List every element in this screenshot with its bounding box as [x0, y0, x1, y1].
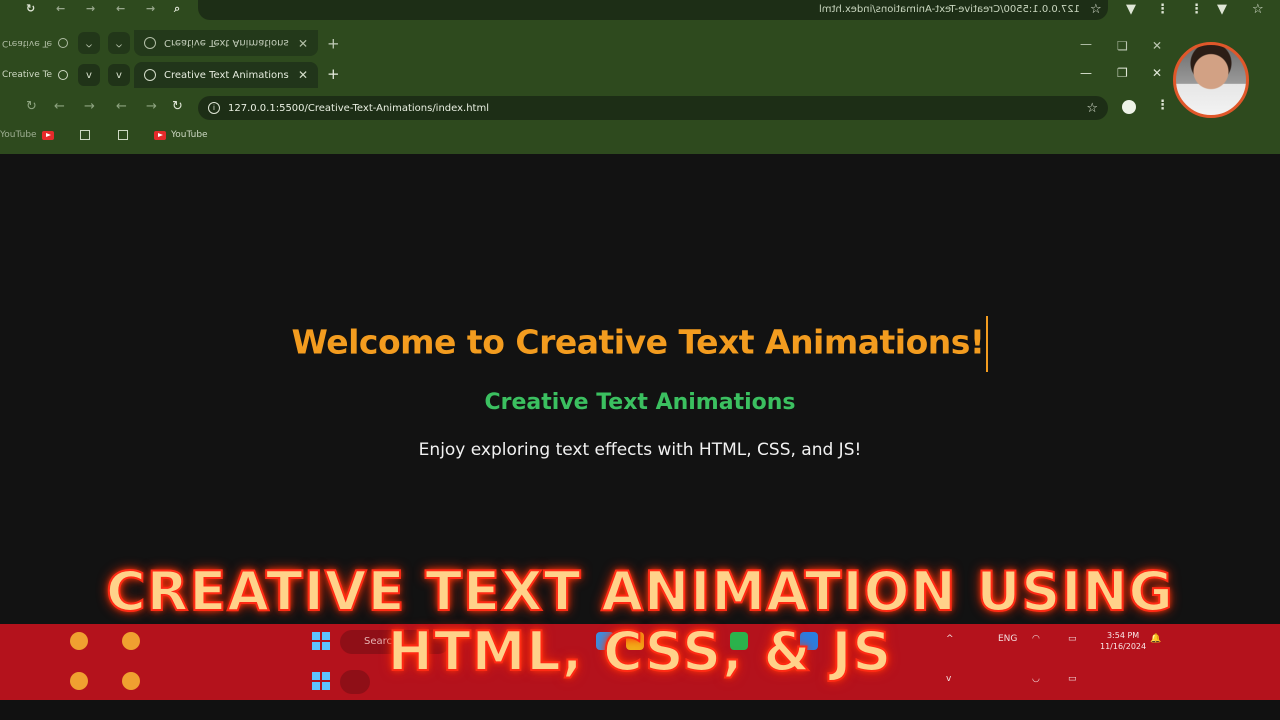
reload-icon[interactable]: ↻: [172, 99, 183, 114]
browser-chrome: 127.0.0.1:5500/Creative-Text-Animations/…: [0, 0, 1280, 154]
page-subhead: Creative Text Animations: [484, 390, 796, 415]
bottom-strip: [0, 700, 1280, 720]
forward-icon[interactable]: →: [86, 2, 95, 15]
back-icon[interactable]: ←: [116, 2, 125, 15]
small-tab-label: Creative Te: [2, 70, 53, 80]
back-icon[interactable]: ←: [116, 99, 127, 114]
profile-icon[interactable]: [1122, 100, 1136, 114]
back-icon[interactable]: ←: [54, 99, 65, 114]
banner-line-2: HTML, CSS, & JS: [387, 619, 893, 684]
forward-icon[interactable]: →: [84, 99, 95, 114]
page-tagline: Enjoy exploring text effects with HTML, …: [418, 440, 862, 460]
bookmark-youtube[interactable]: YouTube: [154, 130, 208, 140]
apps-grid-icon[interactable]: [118, 130, 128, 140]
bookmark-label: YouTube: [0, 130, 37, 140]
globe-icon: [58, 70, 69, 80]
tab-label: Creative Text Animations: [164, 37, 289, 49]
small-tab-label: Creative Te: [2, 38, 53, 48]
reload-icon[interactable]: ↻: [26, 99, 37, 114]
menu-icon[interactable]: ⋮: [1190, 2, 1203, 17]
maximize-icon[interactable]: ❐: [1117, 38, 1128, 52]
small-tab[interactable]: Creative Te: [0, 64, 70, 86]
forward-icon[interactable]: →: [146, 99, 157, 114]
globe-icon: [144, 37, 156, 49]
tab-label: Creative Text Animations: [164, 69, 289, 81]
headline-text: Welcome to Creative Text Animations!: [291, 322, 985, 362]
menu-icon[interactable]: ⋮: [1156, 2, 1169, 17]
info-icon[interactable]: i: [208, 102, 220, 114]
address-bar[interactable]: i 127.0.0.1:5500/Creative-Text-Animation…: [198, 96, 1108, 120]
bookmarks-bar: YouTube YouTube: [0, 128, 1280, 148]
back-icon[interactable]: ←: [56, 2, 65, 15]
chevron-down-icon[interactable]: v: [108, 64, 130, 86]
star-icon[interactable]: ☆: [1252, 2, 1264, 17]
page-headline: Welcome to Creative Text Animations!: [0, 316, 1280, 372]
minimize-icon[interactable]: —: [1080, 66, 1092, 80]
presenter-avatar: [1173, 42, 1249, 118]
extension-icon[interactable]: ▼: [1217, 2, 1227, 17]
tab-strip: Creative Te v v Creative Text Animations…: [0, 60, 1280, 90]
youtube-icon: [154, 130, 166, 140]
star-icon[interactable]: ☆: [1090, 2, 1102, 17]
mirrored-address-bar: 127.0.0.1:5500/Creative-Text-Animations/…: [198, 0, 1108, 20]
tab-creative-text[interactable]: Creative Text Animations ✕: [134, 62, 318, 88]
close-icon[interactable]: ✕: [298, 36, 308, 50]
close-icon[interactable]: ✕: [1152, 66, 1162, 80]
menu-icon[interactable]: ⋮: [1156, 98, 1169, 113]
address-row: ↻ ← → ← → ↻ i 127.0.0.1:5500/Creative-Te…: [0, 94, 1280, 122]
chevron-up-icon[interactable]: ^: [78, 32, 100, 54]
title-banner: CREATIVE TEXT ANIMATION USING HTML, CSS,…: [0, 559, 1280, 684]
extension-icon[interactable]: ▼: [1126, 2, 1136, 17]
bookmark-youtube[interactable]: YouTube: [0, 130, 54, 140]
maximize-icon[interactable]: ❐: [1117, 66, 1128, 80]
search-icon[interactable]: ⌕: [174, 2, 180, 16]
chevron-up-icon[interactable]: ^: [108, 32, 130, 54]
plus-icon[interactable]: +: [327, 35, 340, 53]
tab-strip-mirrored: Creative Te ^ ^ Creative Text Animations…: [0, 28, 1280, 58]
forward-icon[interactable]: →: [146, 2, 155, 15]
youtube-icon: [41, 130, 54, 140]
apps-grid-icon[interactable]: [80, 130, 90, 140]
url-text: 127.0.0.1:5500/Creative-Text-Animations/…: [228, 102, 490, 114]
close-icon[interactable]: ✕: [1152, 38, 1162, 52]
chevron-down-icon[interactable]: v: [78, 64, 100, 86]
tab-creative-text[interactable]: Creative Text Animations ✕: [134, 30, 318, 56]
globe-icon: [58, 38, 69, 48]
minimize-icon[interactable]: —: [1080, 38, 1092, 52]
plus-icon[interactable]: +: [327, 65, 340, 83]
small-tab[interactable]: Creative Te: [0, 32, 70, 54]
star-icon[interactable]: ☆: [1086, 101, 1098, 116]
reload-icon[interactable]: ↻: [26, 2, 35, 15]
bookmark-label: YouTube: [171, 130, 208, 140]
globe-icon: [144, 69, 156, 81]
typing-cursor: [986, 316, 989, 372]
banner-line-1: CREATIVE TEXT ANIMATION USING: [105, 559, 1174, 624]
close-icon[interactable]: ✕: [298, 68, 308, 82]
mirrored-url: 127.0.0.1:5500/Creative-Text-Animations/…: [818, 4, 1080, 15]
